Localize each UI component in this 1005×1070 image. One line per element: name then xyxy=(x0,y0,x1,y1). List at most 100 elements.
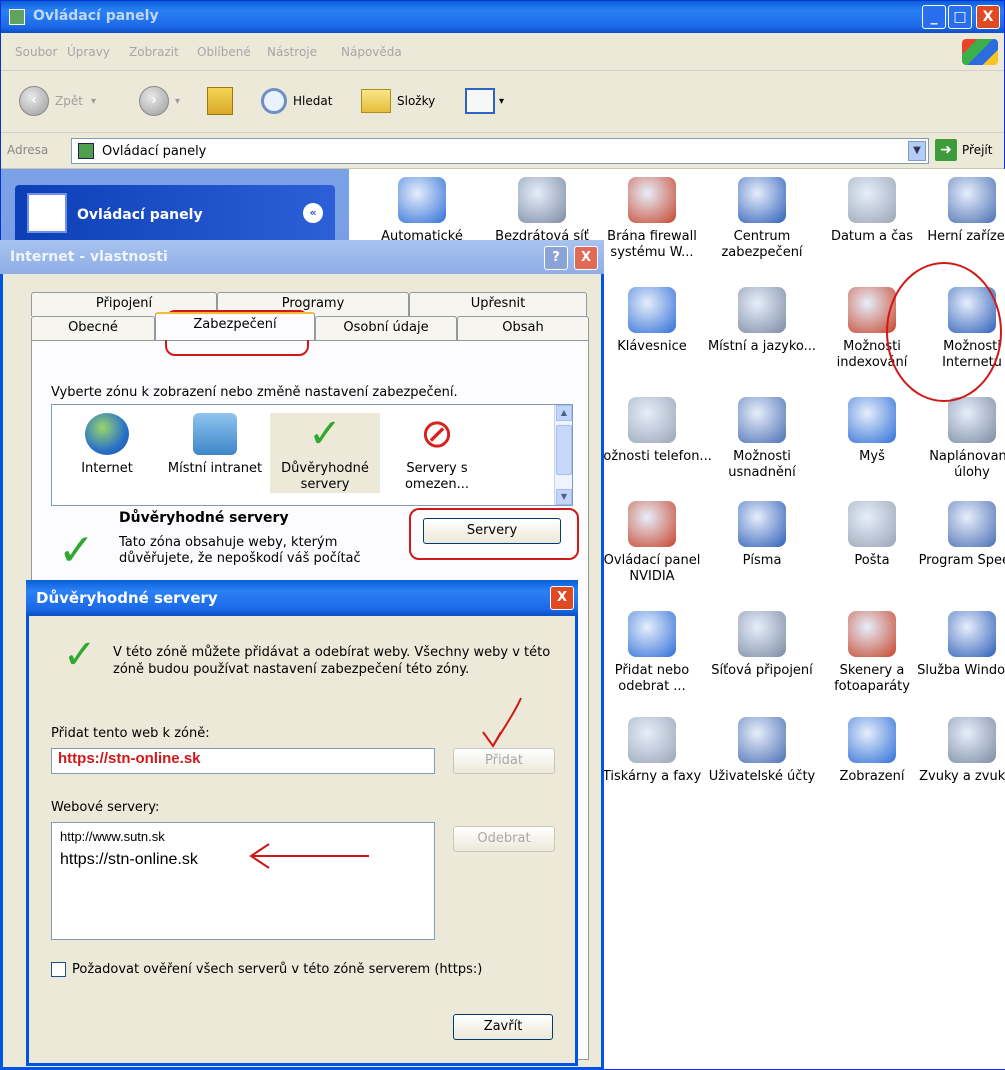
inet-title: Internet - vlastnosti xyxy=(10,249,168,265)
scroll-up-icon[interactable]: ▲ xyxy=(556,405,572,421)
address-bar: Adresa Ovládací panely ▼ ➜ Přejít xyxy=(1,133,1004,169)
folders-label: Složky xyxy=(397,94,436,108)
remove-button[interactable]: Odebrat xyxy=(453,826,555,852)
control-panel-item[interactable]: Brána firewall systému W... xyxy=(592,177,712,261)
up-button[interactable] xyxy=(207,85,233,117)
tab-general[interactable]: Obecné xyxy=(31,316,155,340)
inet-title-bar[interactable]: Internet - vlastnosti ? X xyxy=(0,240,604,274)
intranet-icon xyxy=(193,413,237,455)
close-dialog-button[interactable]: Zavřít xyxy=(453,1014,553,1040)
search-button[interactable]: Hledat xyxy=(261,85,332,117)
control-panel-item-icon xyxy=(848,611,896,657)
forward-dropdown-icon: ▾ xyxy=(175,95,181,107)
maximize-button[interactable]: □ xyxy=(948,5,972,29)
control-panel-item-icon xyxy=(628,177,676,223)
control-panel-item[interactable]: Bezdrátová síť xyxy=(482,177,602,245)
menu-favorites[interactable]: Oblíbené xyxy=(197,45,251,59)
menu-view[interactable]: Zobrazit xyxy=(129,45,179,59)
trusted-close-button[interactable]: X xyxy=(550,586,574,610)
control-panel-item[interactable]: Služba Window... xyxy=(912,611,1005,679)
control-panel-item-label: Centrum zabezpečení xyxy=(721,229,803,260)
control-panel-item-icon xyxy=(948,501,996,547)
control-panel-item[interactable]: Automatické xyxy=(362,177,482,245)
views-button[interactable]: ▾ xyxy=(465,85,504,117)
control-panel-item-label: Ovládací panel NVIDIA xyxy=(603,553,701,584)
inet-close-button[interactable]: X xyxy=(574,246,598,270)
address-dropdown-icon[interactable]: ▼ xyxy=(908,141,926,161)
task-pane-title: Ovládací panely xyxy=(77,207,203,223)
restricted-icon: ⊘ xyxy=(420,411,454,457)
menu-file[interactable]: Soubor xyxy=(15,45,57,59)
folders-button[interactable]: Složky xyxy=(361,85,435,117)
task-pane-header[interactable]: Ovládací panely « xyxy=(15,185,335,243)
go-button[interactable]: ➜ Přejít xyxy=(935,139,992,161)
require-https-checkbox[interactable]: Požadovat ověření všech serverů v této z… xyxy=(51,962,482,977)
control-panel-item[interactable]: Ovládací panel NVIDIA xyxy=(592,501,712,585)
trusted-check-icon: ✓ xyxy=(308,411,342,457)
control-panel-item[interactable]: Klávesnice xyxy=(592,287,712,355)
menu-help[interactable]: Nápověda xyxy=(341,45,402,59)
close-button[interactable]: X xyxy=(976,5,1000,29)
control-panel-item[interactable]: Možnosti telefon... xyxy=(592,397,712,465)
trusted-zone-title: Důvěryhodné servery xyxy=(119,510,289,526)
forward-arrow-icon: › xyxy=(139,86,169,116)
trusted-title-bar[interactable]: Důvěryhodné servery X xyxy=(26,580,578,616)
add-site-input[interactable]: https://stn-online.sk xyxy=(51,748,435,774)
tab-privacy[interactable]: Osobní údaje xyxy=(315,316,457,340)
go-arrow-icon: ➜ xyxy=(935,139,957,161)
add-site-value: https://stn-online.sk xyxy=(58,750,201,767)
tab-advanced[interactable]: Upřesnit xyxy=(409,292,587,316)
control-panel-item-label: Tiskárny a faxy xyxy=(602,769,702,784)
zone-trusted[interactable]: ✓ Důvěryhodné servery xyxy=(270,413,380,493)
control-panel-item-icon xyxy=(628,397,676,443)
forward-button[interactable]: › ▾ xyxy=(139,85,180,117)
zone-scrollbar[interactable]: ▲ ▼ xyxy=(554,405,572,505)
tab-security[interactable]: Zabezpečení xyxy=(155,312,315,340)
control-panel-item[interactable]: Program Speech xyxy=(912,501,1005,569)
control-panel-item-icon xyxy=(848,397,896,443)
control-panel-item-icon xyxy=(628,717,676,763)
control-panel-item[interactable]: Centrum zabezpečení xyxy=(702,177,822,261)
control-panel-item[interactable]: Síťová připojení xyxy=(702,611,822,679)
add-site-label: Přidat tento web k zóně: xyxy=(51,726,210,741)
checkbox-box[interactable] xyxy=(51,962,66,977)
websites-label: Webové servery: xyxy=(51,800,160,815)
control-panel-item-label: Místní a jazyko... xyxy=(707,339,817,354)
collapse-icon[interactable]: « xyxy=(303,203,323,223)
back-arrow-icon: ‹ xyxy=(19,86,49,116)
control-panel-item[interactable]: Naplánované úlohy xyxy=(912,397,1005,481)
scroll-thumb[interactable] xyxy=(556,425,572,475)
annotation-internet-options xyxy=(886,262,1002,402)
control-panel-item-icon xyxy=(628,501,676,547)
menu-tools[interactable]: Nástroje xyxy=(267,45,317,59)
zone-restricted[interactable]: ⊘ Servery s omezen... xyxy=(382,413,492,493)
zone-local-intranet[interactable]: Místní intranet xyxy=(160,413,270,477)
control-panel-item-label: Možnosti telefon... xyxy=(592,449,712,464)
control-panel-item[interactable]: Písma xyxy=(702,501,822,569)
address-field[interactable]: Ovládací panely ▼ xyxy=(71,138,929,164)
zone-label: Servery s omezen... xyxy=(404,461,470,492)
address-label: Adresa xyxy=(7,143,49,157)
minimize-button[interactable]: _ xyxy=(922,5,946,29)
control-panel-item-label: Uživatelské účty xyxy=(708,769,816,784)
control-panel-item[interactable]: Místní a jazyko... xyxy=(702,287,822,355)
control-panel-item[interactable]: Uživatelské účty xyxy=(702,717,822,785)
list-item[interactable]: https://stn-online.sk xyxy=(60,851,198,869)
menu-edit[interactable]: Úpravy xyxy=(67,45,110,59)
control-panel-item[interactable]: Přidat nebo odebrat ... xyxy=(592,611,712,695)
list-item[interactable]: http://www.sutn.sk xyxy=(60,829,165,844)
toolbar: ‹ Zpět ▾ › ▾ Hledat Složky ▾ xyxy=(1,71,1004,133)
scroll-down-icon[interactable]: ▼ xyxy=(556,489,572,505)
control-panel-item[interactable]: Zvuky a zvuko... xyxy=(912,717,1005,785)
zone-internet[interactable]: Internet xyxy=(52,413,162,477)
control-panel-item-label: Přidat nebo odebrat ... xyxy=(614,663,690,694)
help-button[interactable]: ? xyxy=(544,246,568,270)
control-panel-item[interactable]: Herní zařízení xyxy=(912,177,1005,245)
trusted-sites-dialog: Důvěryhodné servery X ✓ V této zóně může… xyxy=(26,580,578,1066)
tab-content[interactable]: Obsah xyxy=(457,316,589,340)
back-button[interactable]: ‹ Zpět ▾ xyxy=(19,85,96,117)
control-panel-item[interactable]: Tiskárny a faxy xyxy=(592,717,712,785)
folder-up-icon xyxy=(207,87,233,115)
control-panel-item[interactable]: Možnosti usnadnění xyxy=(702,397,822,481)
title-bar[interactable]: Ovládací panely _ □ X xyxy=(1,1,1004,33)
